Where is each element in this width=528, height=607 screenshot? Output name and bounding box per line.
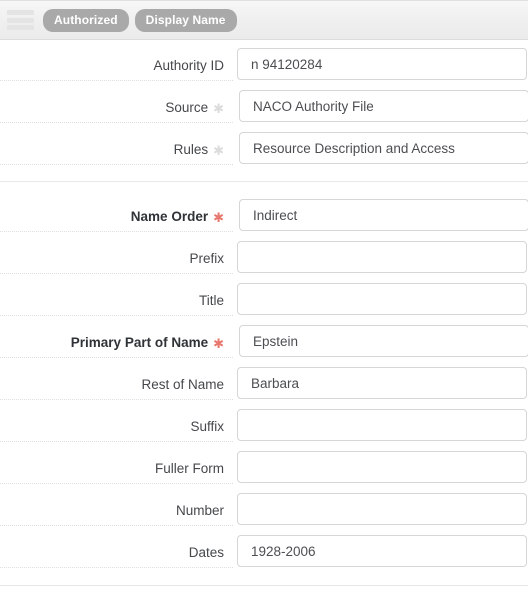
field-row-dates: Dates xyxy=(0,532,528,574)
input-authority-id[interactable] xyxy=(237,48,527,80)
field-label-primary-part-of-name: Primary Part of Name ✱ xyxy=(71,335,224,351)
field-row-authority-id: Authority ID xyxy=(0,45,528,87)
field-row-source: Source ✱ xyxy=(0,87,528,129)
field-label-text: Dates xyxy=(188,544,224,560)
input-prefix[interactable] xyxy=(237,241,527,273)
field-label-cell-number: Number xyxy=(0,490,233,532)
optional-marker-icon: ✱ xyxy=(213,100,224,116)
field-input-cell-prefix xyxy=(233,238,528,273)
field-label-title: Title xyxy=(199,293,224,309)
field-label-rules: Rules ✱ xyxy=(174,142,224,158)
field-input-cell-fuller-form xyxy=(233,448,528,483)
field-label-cell-title: Title xyxy=(0,280,233,322)
input-rest-of-name[interactable] xyxy=(237,367,527,399)
field-row-suffix: Suffix xyxy=(0,406,528,448)
input-fuller-form[interactable] xyxy=(237,451,527,483)
field-input-cell-title xyxy=(233,280,528,315)
field-label-fuller-form: Fuller Form xyxy=(155,461,224,477)
field-input-cell-primary-part-of-name xyxy=(233,322,528,357)
status-badge-display-name[interactable]: Display Name xyxy=(134,8,237,32)
field-label-cell-primary-part-of-name: Primary Part of Name ✱ xyxy=(0,322,233,364)
field-label-cell-name-order: Name Order ✱ xyxy=(0,196,233,238)
input-name-order[interactable] xyxy=(239,199,528,231)
form-bottom-divider xyxy=(0,585,528,586)
field-label-cell-fuller-form: Fuller Form xyxy=(0,448,233,490)
status-badge-authorized[interactable]: Authorized xyxy=(43,8,129,32)
field-row-number: Number xyxy=(0,490,528,532)
field-label-cell-source: Source ✱ xyxy=(0,87,233,129)
field-label-rest-of-name: Rest of Name xyxy=(141,377,224,393)
field-label-text: Number xyxy=(175,502,224,518)
record-form: Authority IDSource✱Rules✱Name Order✱Pref… xyxy=(0,40,528,586)
field-label-text: Rest of Name xyxy=(141,376,224,392)
field-row-rules: Rules ✱ xyxy=(0,129,528,171)
input-suffix[interactable] xyxy=(237,409,527,441)
field-label-cell-rules: Rules ✱ xyxy=(0,129,233,171)
field-label-text: Authority ID xyxy=(153,57,224,73)
field-label-suffix: Suffix xyxy=(190,419,224,435)
field-input-cell-rest-of-name xyxy=(233,364,528,399)
drag-handle-icon[interactable] xyxy=(7,10,34,30)
field-input-cell-name-order xyxy=(233,196,528,231)
optional-marker-icon: ✱ xyxy=(213,142,224,158)
field-label-text: Name Order xyxy=(130,208,209,224)
drag-handle-bar xyxy=(7,17,34,23)
field-label-prefix: Prefix xyxy=(189,251,224,267)
field-label-cell-suffix: Suffix xyxy=(0,406,233,448)
field-input-cell-source xyxy=(233,87,528,122)
input-rules[interactable] xyxy=(239,132,528,164)
field-label-text: Primary Part of Name xyxy=(70,334,209,350)
field-row-prefix: Prefix xyxy=(0,238,528,280)
field-input-cell-dates xyxy=(233,532,528,567)
field-label-source: Source ✱ xyxy=(165,100,224,116)
field-input-cell-suffix xyxy=(233,406,528,441)
field-label-authority-id: Authority ID xyxy=(153,58,224,74)
field-input-cell-authority-id xyxy=(233,45,528,80)
field-group-name-parts-group: Name Order✱PrefixTitlePrimary Part of Na… xyxy=(0,193,528,574)
field-label-cell-rest-of-name: Rest of Name xyxy=(0,364,233,406)
field-label-text: Prefix xyxy=(189,250,224,266)
field-row-fuller-form: Fuller Form xyxy=(0,448,528,490)
field-row-name-order: Name Order ✱ xyxy=(0,196,528,238)
field-row-title: Title xyxy=(0,280,528,322)
field-label-text: Suffix xyxy=(190,418,224,434)
field-label-cell-prefix: Prefix xyxy=(0,238,233,280)
field-input-cell-rules xyxy=(233,129,528,164)
required-marker-icon: ✱ xyxy=(213,209,224,225)
field-row-rest-of-name: Rest of Name xyxy=(0,364,528,406)
field-label-text: Source xyxy=(165,99,209,115)
input-source[interactable] xyxy=(239,90,528,122)
field-label-text: Fuller Form xyxy=(154,460,224,476)
input-number[interactable] xyxy=(237,493,527,525)
group-divider xyxy=(0,181,528,182)
drag-handle-bar xyxy=(7,10,34,15)
field-label-text: Rules xyxy=(173,141,209,157)
field-input-cell-number xyxy=(233,490,528,525)
input-title[interactable] xyxy=(237,283,527,315)
required-marker-icon: ✱ xyxy=(213,335,224,351)
record-header: Authorized Display Name xyxy=(0,0,528,40)
field-label-cell-authority-id: Authority ID xyxy=(0,45,233,87)
input-primary-part-of-name[interactable] xyxy=(239,325,528,357)
field-label-number: Number xyxy=(176,503,224,519)
field-label-cell-dates: Dates xyxy=(0,532,233,574)
field-group-authority-group: Authority IDSource✱Rules✱ xyxy=(0,42,528,171)
badge-list: Authorized Display Name xyxy=(43,8,237,32)
field-label-dates: Dates xyxy=(189,545,224,561)
field-label-text: Title xyxy=(198,292,224,308)
input-dates[interactable] xyxy=(237,535,527,567)
field-label-name-order: Name Order ✱ xyxy=(131,209,224,225)
drag-handle-bar xyxy=(7,25,34,30)
field-row-primary-part-of-name: Primary Part of Name ✱ xyxy=(0,322,528,364)
